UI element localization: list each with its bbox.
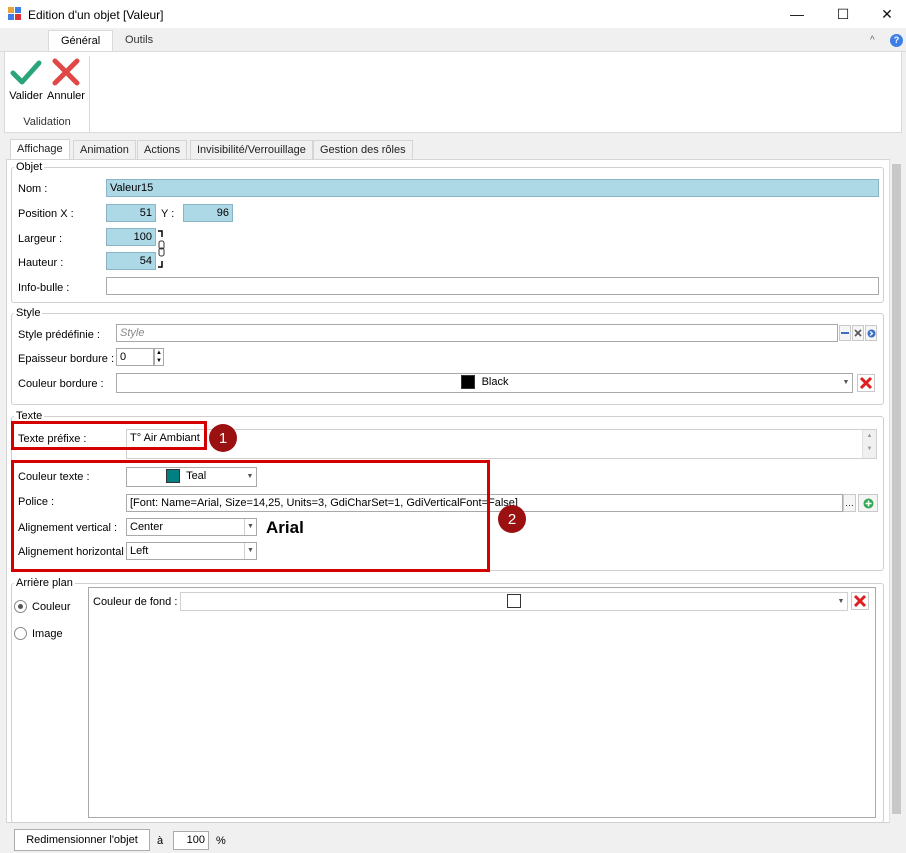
y-input[interactable]: 96 xyxy=(183,204,233,222)
main-scrollbar[interactable] xyxy=(889,160,903,822)
spin-down-icon[interactable]: ▼ xyxy=(155,357,163,365)
tab-invisibilite[interactable]: Invisibilité/Verrouillage xyxy=(190,140,313,160)
red-x-icon xyxy=(853,594,867,608)
border-thickness-label: Epaisseur bordure : xyxy=(18,353,114,365)
border-color-value: Black xyxy=(481,376,509,389)
ribbon-group-label: Validation xyxy=(23,116,71,128)
cancel-label: Annuler xyxy=(47,90,85,102)
background-group-title: Arrière plan xyxy=(14,577,75,589)
close-button[interactable]: ✕ xyxy=(864,0,906,28)
callout-badge-1: 1 xyxy=(209,424,237,452)
predefined-style-label: Style prédéfinie : xyxy=(18,329,100,341)
radio-couleur[interactable] xyxy=(14,600,27,613)
scroll-up-icon[interactable]: ▲ xyxy=(863,430,876,443)
predefined-style-input[interactable]: Style xyxy=(116,324,838,342)
scrollbar-thumb[interactable] xyxy=(892,164,901,814)
font-add-button[interactable] xyxy=(858,494,878,512)
prefix-scrollbar[interactable]: ▲ ▼ xyxy=(862,430,876,458)
maximize-button[interactable]: ☐ xyxy=(820,0,866,28)
percent-sign: % xyxy=(216,835,226,847)
height-label: Hauteur : xyxy=(18,257,64,269)
plus-circle-icon xyxy=(863,498,873,508)
tab-actions[interactable]: Actions xyxy=(137,140,188,160)
radio-image[interactable] xyxy=(14,627,27,640)
style-group-title: Style xyxy=(14,307,43,319)
predefined-style-placeholder: Style xyxy=(120,327,145,339)
cancel-x-icon xyxy=(52,58,80,86)
spin-up-icon[interactable]: ▲ xyxy=(155,349,163,357)
callout-badge-2: 2 xyxy=(498,505,526,533)
style-go-button[interactable] xyxy=(865,325,877,341)
background-settings-panel xyxy=(88,587,876,818)
y-label: Y : xyxy=(161,208,175,220)
border-color-clear-button[interactable] xyxy=(857,374,875,392)
border-color-label: Couleur bordure : xyxy=(18,378,104,390)
posx-input[interactable]: 51 xyxy=(106,204,156,222)
radio-image-label: Image xyxy=(32,628,63,640)
validate-label: Valider xyxy=(9,90,43,102)
resize-percent-input[interactable]: 100 xyxy=(173,831,209,850)
app-icon xyxy=(8,7,21,20)
chevron-down-icon: ▼ xyxy=(842,379,850,386)
border-color-select[interactable]: Black ▼ xyxy=(116,373,853,393)
ellipsis-icon: … xyxy=(845,498,854,508)
tab-gestion-roles[interactable]: Gestion des rôles xyxy=(313,140,413,160)
clear-x-icon xyxy=(854,329,862,337)
radio-couleur-label: Couleur xyxy=(32,601,71,613)
chevron-down-icon: ▼ xyxy=(837,597,845,605)
border-thickness-input[interactable]: 0 xyxy=(116,348,154,366)
border-color-swatch xyxy=(460,375,475,390)
tooltip-label: Info-bulle : xyxy=(18,282,70,294)
callout-box-1 xyxy=(11,421,207,450)
bg-color-label: Couleur de fond : xyxy=(93,596,178,608)
style-browse-button[interactable] xyxy=(839,325,851,341)
bg-color-clear-button[interactable] xyxy=(851,592,869,610)
link-aspect-icon[interactable] xyxy=(157,229,165,269)
ellipsis-icon xyxy=(841,331,849,334)
tooltip-input[interactable] xyxy=(106,277,879,295)
width-label: Largeur : xyxy=(18,233,63,245)
tab-animation[interactable]: Animation xyxy=(73,140,136,160)
resize-object-button[interactable]: Redimensionner l'objet xyxy=(14,829,150,851)
objet-group-title: Objet xyxy=(14,161,45,173)
tab-affichage[interactable]: Affichage xyxy=(10,139,70,160)
validate-button[interactable]: Valider xyxy=(6,56,46,104)
minimize-button[interactable]: — xyxy=(774,0,820,28)
checkmark-icon xyxy=(10,60,42,85)
help-icon[interactable]: ? xyxy=(890,34,903,47)
ribbon-body xyxy=(4,51,902,133)
posx-label: Position X : xyxy=(18,208,74,220)
ribbon-tab-general[interactable]: Général xyxy=(48,30,114,52)
ribbon-tab-outils[interactable]: Outils xyxy=(113,30,165,52)
callout-box-2 xyxy=(11,460,490,572)
border-thickness-spinner[interactable]: ▲ ▼ xyxy=(154,348,164,366)
style-clear-button[interactable] xyxy=(852,325,864,341)
collapse-ribbon-icon[interactable]: ^ xyxy=(870,35,875,46)
height-input[interactable]: 54 xyxy=(106,252,156,270)
font-browse-button[interactable]: … xyxy=(843,494,856,512)
name-label: Nom : xyxy=(18,183,48,195)
bg-color-select[interactable]: ▼ xyxy=(180,592,848,611)
red-x-icon xyxy=(859,376,873,390)
name-input[interactable]: Valeur15 xyxy=(106,179,879,197)
arrow-circle-icon xyxy=(867,329,875,337)
cancel-button[interactable]: Annuler xyxy=(46,56,86,104)
a-label: à xyxy=(157,835,164,847)
window-title: Edition d'un objet [Valeur] xyxy=(28,8,164,22)
prefix-input[interactable]: T° Air Ambiant xyxy=(126,429,877,459)
bg-color-swatch xyxy=(507,594,521,609)
scroll-down-icon[interactable]: ▼ xyxy=(863,443,876,456)
width-input[interactable]: 100 xyxy=(106,228,156,246)
